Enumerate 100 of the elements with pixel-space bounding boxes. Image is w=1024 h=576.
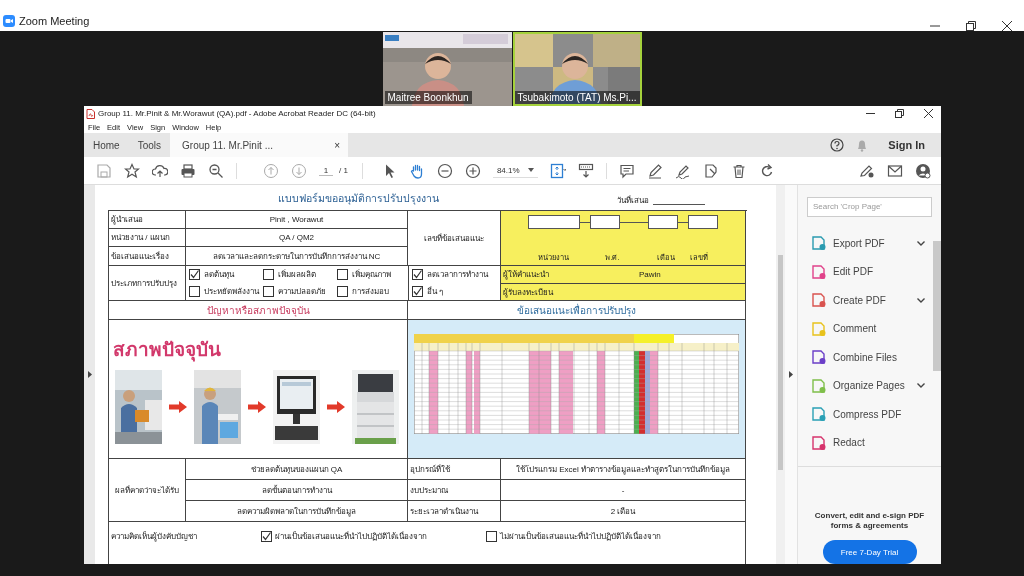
trial-button[interactable]: Free 7-Day Trial — [822, 540, 917, 564]
field-value: ลดความผิดพลาดในการบันทึกข้อมูล — [186, 501, 408, 522]
field-label: ผู้ให้คำแนะนำ — [503, 269, 549, 281]
pen-icon[interactable] — [646, 162, 663, 179]
field-value: 2 เดือน — [501, 501, 746, 522]
tool-label: Combine Files — [833, 351, 897, 363]
window-title: Zoom Meeting — [19, 14, 90, 27]
comment-icon[interactable] — [618, 162, 635, 179]
nav-tab[interactable]: Tools — [128, 133, 171, 157]
checkbox-label: ลดเวลาการทำงาน — [427, 269, 488, 281]
checkbox[interactable] — [263, 286, 274, 297]
zoom-dropdown[interactable]: 84.1% — [492, 163, 538, 178]
promo-text: Convert, edit and e-sign PDF forms & agreements — [813, 510, 926, 533]
number-field[interactable] — [688, 215, 718, 229]
checkbox-label: ประหยัดพลังงาน — [204, 286, 259, 298]
checkbox[interactable] — [412, 269, 423, 280]
tool-label: Edit PDF — [833, 266, 873, 278]
checkbox-label: ความปลอดภัย — [278, 286, 326, 298]
video-tile[interactable]: Tsubakimoto (TAT) Ms.Pi... — [512, 32, 642, 106]
date-label: วันที่เสนอ — [617, 194, 649, 207]
cloud-upload-icon[interactable] — [152, 162, 168, 179]
tool-item[interactable]: Export PDF — [812, 229, 933, 258]
checkbox-label: เพิ่มคุณภาพ — [352, 268, 391, 281]
field-value: ช่วยลดต้นทุนของแผนก QA — [186, 459, 408, 480]
chevron-icon[interactable] — [917, 383, 925, 389]
field-label: ผู้นำเสนอ — [109, 211, 186, 229]
section-heading: ปัญหาหรือสภาพปัจจุบัน — [109, 301, 408, 320]
page-field[interactable]: 1 — [319, 165, 333, 176]
document-icon — [812, 321, 826, 336]
zoom-out-icon[interactable] — [436, 162, 453, 179]
hand-icon[interactable] — [408, 162, 425, 179]
checkbox[interactable] — [337, 269, 348, 280]
document-icon — [812, 293, 826, 308]
tool-item[interactable]: Comment — [812, 314, 933, 343]
field-label: อุปกรณ์ที่ใช้ — [408, 459, 501, 480]
document-tab[interactable]: Group 11. Mr.Pinit ... × — [170, 133, 349, 157]
video-tile[interactable]: Maitree Boonkhun — [382, 32, 512, 106]
checkbox[interactable] — [337, 286, 348, 297]
checkbox[interactable] — [261, 531, 272, 542]
scrollbar-thumb[interactable] — [933, 241, 941, 371]
page-total: / 1 — [339, 166, 348, 175]
checkbox[interactable] — [189, 286, 200, 297]
arrow-icon — [248, 401, 266, 413]
tool-item[interactable]: Compress PDF — [812, 400, 933, 429]
number-field[interactable] — [590, 215, 620, 229]
chevron-icon[interactable] — [917, 297, 925, 303]
zoom-logo-icon — [3, 14, 15, 27]
zoom-in-icon[interactable] — [464, 162, 481, 179]
nav-tab[interactable]: Home — [84, 133, 129, 157]
expand-arrow-icon[interactable] — [789, 371, 793, 378]
stamp-icon[interactable] — [702, 162, 719, 179]
field-value: ใช้โปรแกรม Excel ทำตารางข้อมูลและทำสูตรในการบันทึกข้อมูล — [501, 459, 746, 480]
arrow-icon — [327, 401, 345, 413]
tool-label: Redact — [833, 437, 865, 449]
tool-label: Compress PDF — [833, 408, 902, 420]
print-icon[interactable] — [180, 162, 196, 179]
checkbox-label: การส่งมอบ — [352, 286, 389, 298]
tab-label: Group 11. Mr.Pinit ... — [182, 139, 273, 151]
number-field[interactable] — [648, 215, 678, 229]
tool-label: Export PDF — [833, 237, 885, 249]
field-label: ระยะเวลาดำเนินงาน — [408, 501, 501, 522]
tool-item[interactable]: Redact — [812, 428, 933, 457]
field-label: ข้อเสนอแนะเรื่อง — [109, 247, 186, 266]
scrollbar-thumb[interactable] — [778, 255, 783, 470]
checkbox[interactable] — [486, 531, 497, 542]
field-value: ลดขั้นตอนการทำงาน — [186, 480, 408, 501]
chevron-icon[interactable] — [917, 240, 925, 246]
participant-name: Maitree Boonkhun — [384, 91, 472, 104]
fit-page-icon[interactable] — [549, 162, 566, 179]
keyboard-icon[interactable] — [577, 162, 594, 179]
search-icon[interactable] — [208, 162, 224, 179]
collapse-arrow-icon[interactable] — [87, 371, 92, 378]
sign-in-button[interactable]: Sign In — [880, 139, 925, 151]
checkbox-label: ลดต้นทุน — [204, 269, 234, 281]
star-icon[interactable] — [124, 162, 140, 179]
checkbox-label: อื่น ๆ — [427, 285, 444, 298]
mail-icon[interactable] — [887, 162, 903, 179]
restore-icon[interactable] — [895, 109, 904, 118]
checkbox[interactable] — [412, 286, 423, 297]
tool-item[interactable]: Organize Pages — [812, 371, 933, 400]
number-field[interactable] — [528, 215, 580, 229]
field-label: หน่วยงาน / แผนก — [109, 229, 186, 247]
checkbox[interactable] — [189, 269, 200, 280]
field-value: ลดเวลาและลดกระดาษในการบันทึกการส่งงาน NC — [186, 247, 408, 266]
field-value: Pawin — [639, 270, 661, 279]
close-tab-button[interactable]: × — [334, 139, 341, 151]
tool-item[interactable]: Create PDF — [812, 286, 933, 315]
checkbox-label: ไม่ผ่านเป็นข้อเสนอแนะที่นำไปปฏิบัติได้เนื่องจาก — [500, 530, 661, 543]
close-icon[interactable] — [924, 109, 933, 118]
tool-item[interactable]: Combine Files — [812, 343, 933, 372]
document-icon — [812, 350, 826, 365]
help-icon[interactable] — [830, 138, 845, 152]
account-icon[interactable] — [915, 162, 931, 179]
tool-item[interactable]: Edit PDF — [812, 257, 933, 286]
close-icon[interactable] — [1002, 20, 1012, 31]
field-value: QA / QM2 — [186, 229, 408, 247]
checkbox[interactable] — [263, 269, 274, 280]
restore-icon[interactable] — [966, 20, 976, 31]
search-field[interactable]: Search 'Crop Page' — [807, 197, 932, 217]
arrow-icon — [169, 401, 187, 413]
